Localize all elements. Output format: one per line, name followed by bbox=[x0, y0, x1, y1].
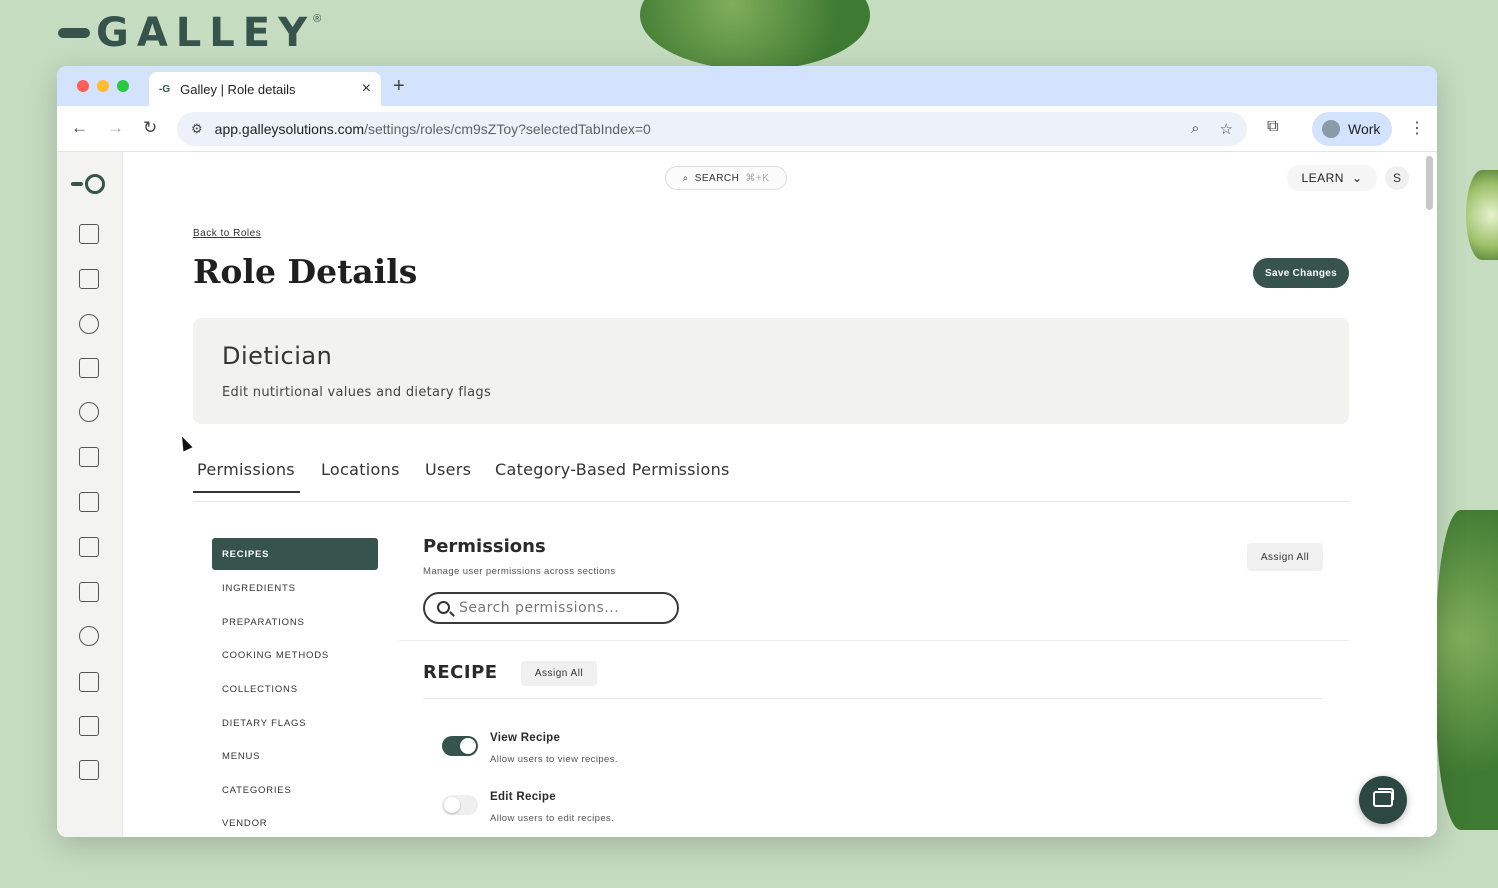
sidebar-location-icon[interactable] bbox=[79, 626, 99, 646]
search-label: SEARCH bbox=[694, 172, 740, 184]
category-item-cooking-methods[interactable]: COOKING METHODS bbox=[212, 639, 378, 673]
browser-tab[interactable]: -G Galley | Role details × bbox=[149, 72, 381, 106]
view-recipe-toggle[interactable] bbox=[442, 736, 478, 756]
registered-mark: ® bbox=[313, 13, 322, 25]
search-icon: ⌕ bbox=[682, 172, 689, 184]
category-item-menus[interactable]: MENUS bbox=[212, 740, 378, 774]
profile-button[interactable]: Work bbox=[1312, 112, 1392, 146]
new-tab-button[interactable]: + bbox=[393, 75, 405, 98]
role-card: Dietician Edit nutirtional values and di… bbox=[193, 318, 1349, 424]
back-to-roles-link[interactable]: Back to Roles bbox=[193, 228, 261, 239]
permission-description: Allow users to view recipes. bbox=[490, 754, 618, 765]
learn-menu-button[interactable]: LEARN ⌄ bbox=[1287, 165, 1377, 191]
sidebar-tag-icon[interactable] bbox=[79, 447, 99, 467]
browser-window: -G Galley | Role details × + ← → ↻ ⚙ app… bbox=[57, 66, 1437, 837]
extensions-icon[interactable]: ⧉ bbox=[1267, 118, 1278, 136]
profile-name: Work bbox=[1348, 121, 1381, 137]
profile-avatar bbox=[1322, 120, 1340, 138]
galley-favicon-icon: -G bbox=[159, 83, 171, 95]
category-item-categories[interactable]: CATEGORIES bbox=[212, 774, 378, 808]
permission-description: Allow users to edit recipes. bbox=[490, 813, 615, 824]
sidebar-cart-icon[interactable] bbox=[79, 537, 99, 557]
tab-locations[interactable]: Locations bbox=[321, 460, 400, 491]
divider bbox=[423, 698, 1323, 699]
sidebar-ingredient-icon[interactable] bbox=[79, 314, 99, 334]
sidebar bbox=[57, 152, 123, 837]
kale-decoration-top bbox=[640, 0, 870, 70]
assign-all-button[interactable]: Assign All bbox=[1247, 543, 1323, 571]
category-item-preparations[interactable]: PREPARATIONS bbox=[212, 606, 378, 640]
chevron-down-icon: ⌄ bbox=[1351, 171, 1363, 185]
maximize-window-button[interactable] bbox=[117, 80, 129, 92]
search-icon bbox=[437, 601, 450, 614]
address-bar[interactable]: ⚙ app.galleysolutions.com/settings/roles… bbox=[177, 112, 1247, 146]
close-window-button[interactable] bbox=[77, 80, 89, 92]
cucumber-decoration bbox=[1466, 170, 1498, 260]
sidebar-document-icon[interactable] bbox=[79, 582, 99, 602]
sidebar-chef-icon[interactable] bbox=[79, 402, 99, 422]
sidebar-sliders-icon[interactable] bbox=[79, 716, 99, 736]
assign-all-recipe-button[interactable]: Assign All bbox=[521, 661, 597, 686]
page-title: Role Details bbox=[193, 252, 418, 291]
key-icon bbox=[58, 28, 90, 38]
app-content: ⌕ SEARCH ⌘+K LEARN ⌄ S Back to Roles Rol… bbox=[57, 152, 1437, 837]
category-item-vendor[interactable]: VENDOR bbox=[212, 807, 378, 837]
kale-decoration-right bbox=[1436, 510, 1498, 830]
search-shortcut: ⌘+K bbox=[745, 172, 770, 184]
galley-logo: GALLEY ® bbox=[58, 8, 329, 58]
sidebar-dining-icon[interactable] bbox=[79, 672, 99, 692]
role-name[interactable]: Dietician bbox=[222, 342, 332, 370]
category-item-collections[interactable]: COLLECTIONS bbox=[212, 673, 378, 707]
page-scrollbar[interactable] bbox=[1426, 156, 1433, 210]
bookmark-star-icon[interactable]: ☆ bbox=[1220, 120, 1233, 138]
learn-label: LEARN bbox=[1301, 171, 1344, 185]
url-host: app.galleysolutions.com bbox=[214, 121, 365, 137]
sidebar-recipes-icon[interactable] bbox=[79, 224, 99, 244]
permissions-heading: Permissions bbox=[423, 536, 546, 557]
user-avatar[interactable]: S bbox=[1385, 166, 1409, 190]
browser-toolbar: ← → ↻ ⚙ app.galleysolutions.com/settings… bbox=[57, 106, 1437, 152]
category-item-recipes[interactable]: RECIPES bbox=[212, 538, 378, 570]
permissions-subtitle: Manage user permissions across sections bbox=[423, 566, 616, 577]
edit-recipe-toggle[interactable] bbox=[442, 795, 478, 815]
sidebar-book-icon[interactable] bbox=[79, 269, 99, 289]
zoom-icon[interactable]: ⌕ bbox=[1191, 120, 1199, 138]
tab-users[interactable]: Users bbox=[425, 460, 471, 491]
close-tab-icon[interactable]: × bbox=[362, 80, 371, 98]
global-search-button[interactable]: ⌕ SEARCH ⌘+K bbox=[665, 166, 787, 190]
role-tabs: Permissions Locations Users Category-Bas… bbox=[193, 452, 1349, 502]
category-item-dietary-flags[interactable]: DIETARY FLAGS bbox=[212, 706, 378, 740]
tab-permissions[interactable]: Permissions bbox=[193, 460, 300, 493]
back-arrow-icon[interactable]: ← bbox=[71, 118, 88, 138]
browser-tabbar: -G Galley | Role details × + bbox=[57, 66, 1437, 106]
tab-category-based-permissions[interactable]: Category-Based Permissions bbox=[495, 460, 730, 491]
recipe-section-title: RECIPE bbox=[423, 662, 498, 683]
permission-name: Edit Recipe bbox=[490, 791, 556, 803]
url-path: /settings/roles/cm9sZToy?selectedTabInde… bbox=[364, 121, 651, 137]
site-info-icon[interactable]: ⚙ bbox=[191, 121, 203, 137]
chat-support-button[interactable] bbox=[1359, 776, 1407, 824]
save-changes-button[interactable]: Save Changes bbox=[1253, 258, 1349, 288]
tab-title: Galley | Role details bbox=[180, 81, 296, 97]
minimize-window-button[interactable] bbox=[97, 80, 109, 92]
role-description[interactable]: Edit nutirtional values and dietary flag… bbox=[222, 385, 491, 400]
brand-wordmark: GALLEY bbox=[96, 10, 316, 56]
browser-menu-icon[interactable]: ⋮ bbox=[1409, 118, 1425, 138]
sidebar-checklist-icon[interactable] bbox=[79, 492, 99, 512]
category-item-ingredients[interactable]: INGREDIENTS bbox=[212, 572, 378, 606]
permission-name: View Recipe bbox=[490, 732, 561, 744]
galley-sidebar-logo[interactable] bbox=[71, 174, 105, 194]
permission-category-list: RECIPES INGREDIENTS PREPARATIONS COOKING… bbox=[212, 538, 378, 837]
forward-arrow-icon[interactable]: → bbox=[107, 118, 124, 138]
divider bbox=[399, 640, 1349, 641]
sidebar-containers-icon[interactable] bbox=[79, 358, 99, 378]
reload-icon[interactable]: ↻ bbox=[143, 118, 157, 138]
permissions-search-input[interactable] bbox=[423, 592, 679, 624]
sidebar-reports-icon[interactable] bbox=[79, 760, 99, 780]
